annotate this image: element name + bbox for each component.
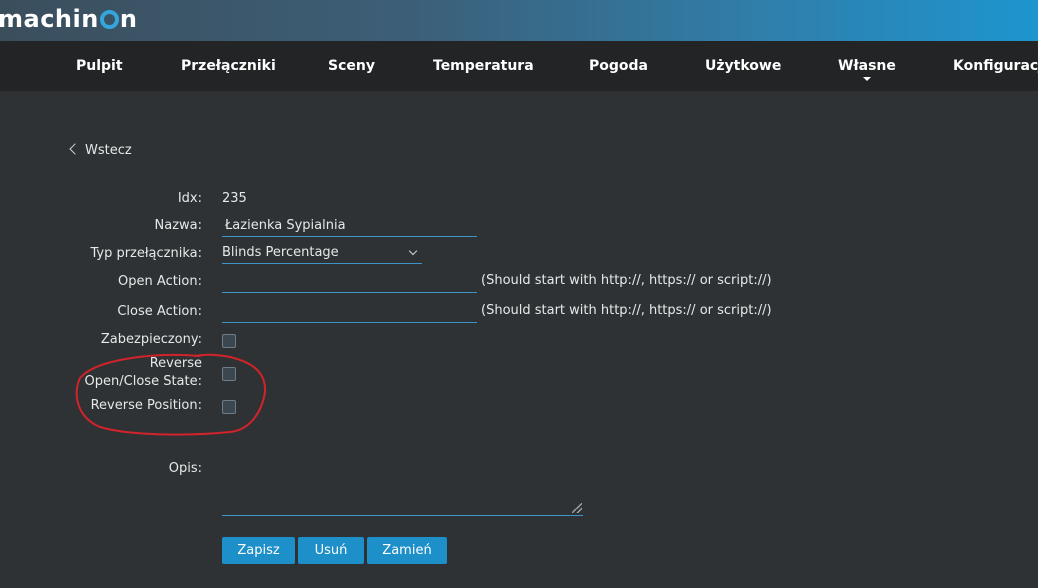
resize-handle-icon[interactable] xyxy=(572,503,582,513)
nav-wlasne[interactable]: Własne xyxy=(838,58,896,81)
open-action-label: Open Action: xyxy=(118,274,202,289)
close-action-hint: (Should start with http://, https:// or … xyxy=(481,303,772,318)
caret-down-icon xyxy=(862,77,871,81)
logo-ring-icon xyxy=(99,10,119,29)
type-label: Typ przełącznika: xyxy=(90,246,202,261)
reverse-state-label-line1: Reverse xyxy=(149,356,202,371)
back-label: Wstecz xyxy=(85,143,132,158)
back-link[interactable]: Wstecz xyxy=(68,143,132,158)
replace-button[interactable]: Zamień xyxy=(367,537,447,564)
delete-button[interactable]: Usuń xyxy=(298,537,364,564)
description-textarea[interactable] xyxy=(222,460,583,516)
reverse-state-label-line2: Open/Close State: xyxy=(84,374,202,389)
protected-checkbox[interactable] xyxy=(222,334,236,348)
main-nav: Pulpit Przełączniki Sceny Temperatura Po… xyxy=(0,41,1038,91)
close-action-field[interactable] xyxy=(222,301,477,323)
nav-pulpit[interactable]: Pulpit xyxy=(76,58,123,74)
open-action-hint: (Should start with http://, https:// or … xyxy=(481,273,772,288)
switch-type-select[interactable]: Blinds Percentage xyxy=(222,245,422,264)
name-label: Nazwa: xyxy=(154,218,203,233)
open-action-field[interactable] xyxy=(222,271,477,293)
idx-label: Idx: xyxy=(177,191,202,206)
nav-uzytkowe[interactable]: Użytkowe xyxy=(705,58,781,74)
reverse-state-checkbox[interactable] xyxy=(222,367,236,381)
description-label: Opis: xyxy=(168,461,202,476)
reverse-position-checkbox[interactable] xyxy=(222,400,236,414)
nav-wlasne-label: Własne xyxy=(838,58,896,74)
reverse-position-label: Reverse Position: xyxy=(90,398,202,413)
nav-pogoda[interactable]: Pogoda xyxy=(589,58,648,74)
machinon-logo[interactable]: machin n xyxy=(0,5,137,33)
idx-value: 235 xyxy=(222,191,247,206)
close-action-label: Close Action: xyxy=(117,304,202,319)
nav-konfiguracja[interactable]: Konfiguracja xyxy=(953,58,1038,74)
save-button[interactable]: Zapisz xyxy=(222,537,295,564)
chevron-left-icon xyxy=(69,143,81,155)
protected-label: Zabezpieczony: xyxy=(100,332,202,347)
chevron-down-icon xyxy=(408,246,418,256)
switch-type-value: Blinds Percentage xyxy=(222,245,339,260)
top-banner: machin n xyxy=(0,0,1038,41)
name-field[interactable] xyxy=(222,215,477,237)
nav-temperatura[interactable]: Temperatura xyxy=(433,58,534,74)
nav-przelaczniki[interactable]: Przełączniki xyxy=(181,58,276,74)
nav-sceny[interactable]: Sceny xyxy=(328,58,375,74)
